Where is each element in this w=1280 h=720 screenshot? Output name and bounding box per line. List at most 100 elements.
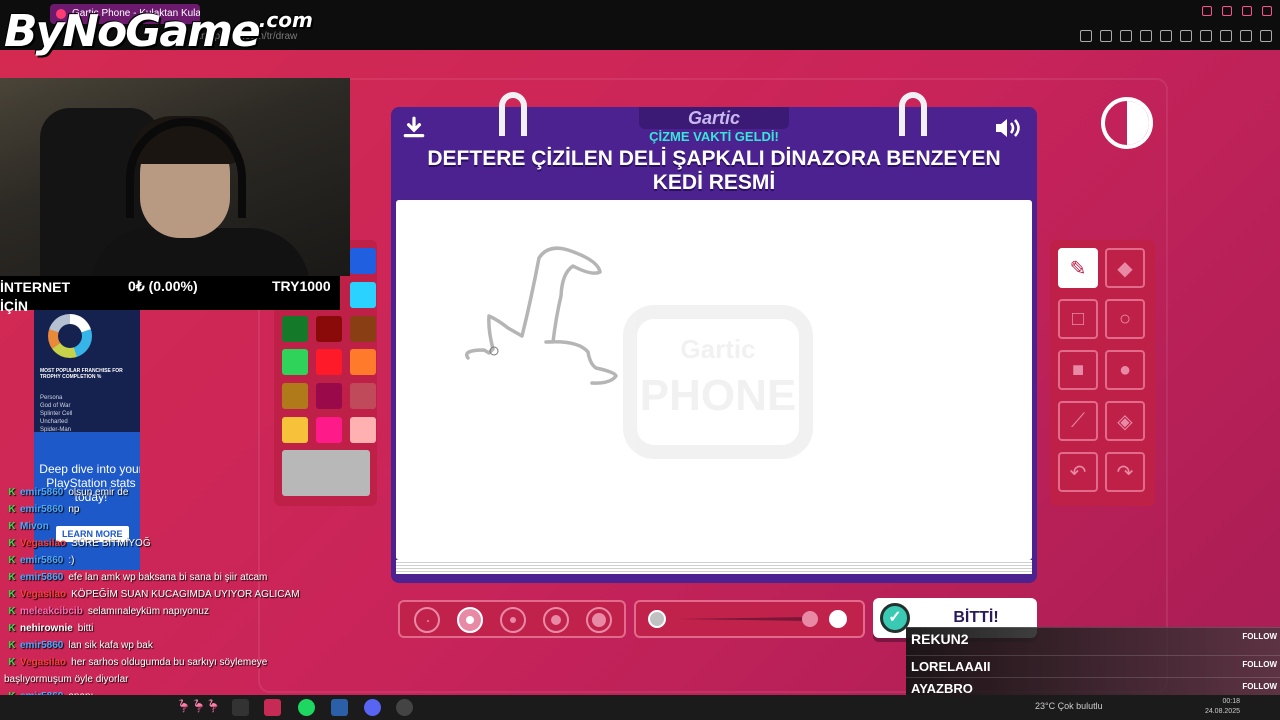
camera-icon[interactable] — [1120, 30, 1132, 42]
color-swatch-10[interactable] — [316, 383, 342, 409]
kick-badge-icon: K — [8, 572, 16, 583]
expand-icon[interactable] — [1240, 30, 1252, 42]
pin-icon[interactable] — [1080, 30, 1092, 42]
kick-badge-icon: K — [8, 606, 16, 617]
weather-widget[interactable]: 23°C Çok bulutlu — [1035, 701, 1103, 711]
taskbar-clock[interactable]: 00:18 24.08.2025 — [1200, 697, 1240, 717]
pencil-tool-icon[interactable]: ✎ — [1058, 248, 1098, 288]
kick-badge-icon: K — [8, 538, 16, 549]
chat-username: emir5860 — [20, 572, 64, 583]
contrast-toggle-icon[interactable] — [1101, 97, 1153, 149]
browser-taskbar-icon[interactable] — [264, 699, 281, 716]
color-swatch-11[interactable] — [350, 383, 376, 409]
minimize-icon[interactable] — [1222, 6, 1232, 16]
color-swatch-2[interactable] — [350, 282, 376, 308]
redo-icon[interactable]: ↷ — [1105, 452, 1145, 492]
follower-name: REKUN2 — [911, 631, 969, 647]
brush-size-5[interactable] — [586, 607, 612, 633]
download-icon[interactable] — [1220, 30, 1232, 42]
maximize-icon[interactable] — [1242, 6, 1252, 16]
ad-list-item: Persona — [40, 395, 63, 401]
opacity-slider[interactable] — [634, 600, 865, 638]
chat-message: Kemir5860 lan sik kafa wp bak — [0, 637, 300, 654]
menu-icon[interactable] — [1260, 30, 1272, 42]
color-swatch-4[interactable] — [316, 316, 342, 342]
task-view-icon[interactable] — [232, 699, 249, 716]
screenshot-icon[interactable] — [1100, 30, 1112, 42]
chat-text: bitti — [77, 623, 94, 634]
browser-toolbar — [1080, 30, 1272, 42]
brush-size-4[interactable] — [543, 607, 569, 633]
discord-icon[interactable] — [364, 699, 381, 716]
canvas-watermark: Gartic PHONE — [623, 305, 813, 459]
color-swatch-14[interactable] — [350, 417, 376, 443]
kick-badge-icon: K — [8, 504, 16, 515]
kick-badge-icon: K — [8, 521, 16, 532]
extensions-icon[interactable] — [1180, 30, 1192, 42]
heart-icon[interactable] — [1160, 30, 1172, 42]
notebook-panel: Gartic ÇİZME VAKTİ GELDİ! DEFTERE ÇİZİLE… — [391, 92, 1037, 583]
ad-list-item: Splinter Cell — [40, 411, 73, 417]
chat-message: Knehirownie bitti — [0, 620, 300, 637]
user-stroke — [465, 246, 618, 385]
circle-outline-tool-icon[interactable]: ○ — [1105, 299, 1145, 339]
color-swatch-7[interactable] — [316, 349, 342, 375]
donation-ticker: İNTERNET İÇİN 0₺ (0.00%) TRY1000 — [0, 276, 340, 314]
chat-text: efe lan amk wp baksana bi sana bi şiir a… — [68, 572, 268, 583]
app-taskbar-icon[interactable] — [331, 699, 348, 716]
chat-message: K Vegasilao KÖPEĞİM SUAN KUCAGIMDA UYIYOR … — [0, 586, 300, 603]
rectangle-outline-tool-icon[interactable]: □ — [1058, 299, 1098, 339]
rectangle-filled-tool-icon[interactable]: ■ — [1058, 350, 1098, 390]
taskbar: 🦩🦩🦩 23°C Çok bulutlu 00:18 24.08.2025 — [0, 695, 1280, 720]
undo-icon[interactable]: ↶ — [1058, 452, 1098, 492]
kick-badge-icon: K — [8, 555, 16, 566]
brush-size-1[interactable] — [414, 607, 440, 633]
chat-message: K Vegasilao her sarhos oldugumda bu sarkıy… — [0, 654, 290, 688]
spotify-icon[interactable] — [298, 699, 315, 716]
follower-name: LORELAAAII — [911, 659, 991, 674]
chat-message: K Mivon — [0, 518, 300, 535]
color-swatch-5[interactable] — [350, 316, 376, 342]
color-swatch-3[interactable] — [282, 316, 308, 342]
play-icon[interactable] — [1140, 30, 1152, 42]
search-icon[interactable] — [1202, 6, 1212, 16]
color-swatch-9[interactable] — [282, 383, 308, 409]
cube-icon[interactable] — [1200, 30, 1212, 42]
color-swatch-13[interactable] — [316, 417, 342, 443]
flamingo-widget-icon[interactable]: 🦩🦩🦩 — [176, 699, 226, 716]
chat-message: Kemir5860 olsun emir de — [0, 484, 300, 501]
brush-size-3[interactable] — [500, 607, 526, 633]
follower-row: LORELAAAII FOLLOW — [906, 655, 1280, 677]
fill-bucket-tool-icon[interactable]: ◈ — [1105, 401, 1145, 441]
color-swatch-1[interactable] — [350, 248, 376, 274]
drawing-prompt-line1: DEFTERE ÇİZİLEN DELİ ŞAPKALI DİNAZORA BE… — [427, 147, 1001, 170]
tools-panel: ✎ ◆ □ ○ ■ ● ⟋ ◈ ↶ ↷ — [1050, 240, 1155, 506]
follower-row: REKUN2 FOLLOW — [906, 627, 1280, 655]
obs-icon[interactable] — [396, 699, 413, 716]
brush-size-2[interactable] — [457, 607, 483, 633]
notebook-page-edges — [396, 560, 1032, 574]
chat-message: Kemir5860 np — [0, 501, 300, 518]
drawing-canvas[interactable]: Gartic PHONE — [396, 200, 1032, 574]
color-swatch-8[interactable] — [350, 349, 376, 375]
bynogame-watermark: ByNoGame.com — [4, 6, 313, 57]
color-swatch-12[interactable] — [282, 417, 308, 443]
chat-overlay: Kemir5860 olsun emir de Kemir5860 np K Mivon K… — [0, 484, 300, 705]
circle-filled-tool-icon[interactable]: ● — [1105, 350, 1145, 390]
chat-text: lan sik kafa wp bak — [68, 640, 153, 651]
contrast-half — [1127, 101, 1149, 145]
chat-username: Vegasilao — [20, 657, 67, 668]
gartic-brand: Gartic — [639, 107, 789, 129]
color-swatch-6[interactable] — [282, 349, 308, 375]
chat-message: Kemir5860 efe lan amk wp baksana bi sana … — [0, 569, 290, 586]
line-tool-icon[interactable]: ⟋ — [1058, 401, 1098, 441]
kick-badge-icon: K — [8, 657, 16, 668]
ad-list-item: God of War — [40, 403, 71, 409]
canvas-watermark-top: Gartic — [680, 334, 755, 364]
ticker-goal: TRY1000 — [272, 278, 331, 294]
ad-donut-chart — [48, 314, 92, 358]
phase-subtitle: ÇİZME VAKTİ GELDİ! — [649, 129, 779, 144]
eraser-tool-icon[interactable]: ◆ — [1105, 248, 1145, 288]
chat-username: emir5860 — [20, 555, 64, 566]
close-icon[interactable] — [1262, 6, 1272, 16]
